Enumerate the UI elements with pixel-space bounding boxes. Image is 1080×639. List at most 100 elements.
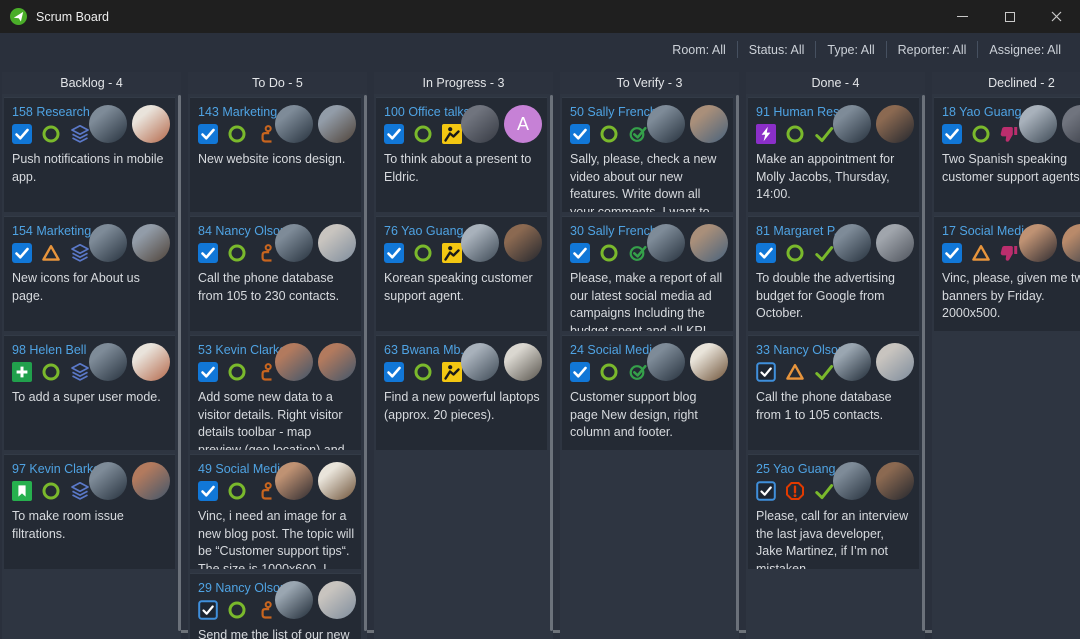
- column-cards: 100 Office talksATo think about a presen…: [374, 94, 553, 639]
- card[interactable]: 97 Kevin ClarkeTo make room issue filtra…: [4, 454, 175, 569]
- triangle-orange-icon: [785, 362, 805, 382]
- check-green-icon: [814, 243, 834, 263]
- card[interactable]: 91 Human Res...Make an appointment for M…: [748, 97, 919, 212]
- card[interactable]: 81 Margaret P...To double the advertisin…: [748, 216, 919, 331]
- card[interactable]: 29 Nancy OlsonSend me the list of our ne…: [190, 573, 361, 639]
- card-title-link[interactable]: 50 Sally French: [570, 104, 658, 120]
- card-title-link[interactable]: 53 Kevin Clarke: [198, 342, 286, 358]
- person-orange-icon: [256, 362, 276, 382]
- circle-green-icon: [413, 362, 433, 382]
- avatar: [318, 224, 356, 262]
- card[interactable]: 30 Sally FrenchPlease, make a report of …: [562, 216, 733, 331]
- avatar: [1019, 105, 1057, 143]
- card[interactable]: 63 Bwana Mb...Find a new powerful laptop…: [376, 335, 547, 450]
- filter-status[interactable]: Status: All: [738, 43, 816, 57]
- card-avatars: [1019, 105, 1080, 143]
- avatar: [461, 224, 499, 262]
- card-title-link[interactable]: 158 Research ...: [12, 104, 100, 120]
- card[interactable]: 50 Sally FrenchSally, please, check a ne…: [562, 97, 733, 212]
- avatar: [876, 343, 914, 381]
- exclamation-red-icon: [785, 481, 805, 501]
- circle-green-icon: [227, 481, 247, 501]
- card-title-link[interactable]: 98 Helen Bell: [12, 342, 100, 358]
- layers-icon: [70, 481, 90, 501]
- close-button[interactable]: [1033, 0, 1080, 33]
- card[interactable]: 100 Office talksATo think about a presen…: [376, 97, 547, 212]
- card-title-link[interactable]: 84 Nancy Olson: [198, 223, 286, 239]
- column-scrollbar[interactable]: [736, 95, 739, 631]
- column-scrollbar[interactable]: [922, 95, 925, 631]
- column-header: To Do - 5: [188, 72, 367, 94]
- card-title-link[interactable]: 49 Social Media: [198, 461, 286, 477]
- column-scrollbar[interactable]: [178, 95, 181, 631]
- avatar: [132, 343, 170, 381]
- avatar: [275, 343, 313, 381]
- card-title-link[interactable]: 18 Yao Guang: [942, 104, 1030, 120]
- thumbsdown-pink-icon: [1000, 124, 1020, 144]
- filter-assignee[interactable]: Assignee: All: [978, 43, 1072, 57]
- card[interactable]: 143 Marketing ...New website icons desig…: [190, 97, 361, 212]
- card-title-link[interactable]: 97 Kevin Clarke: [12, 461, 100, 477]
- card[interactable]: 33 Nancy OlsonCall the phone database fr…: [748, 335, 919, 450]
- card-description: Two Spanish speaking customer support ag…: [942, 151, 1080, 186]
- column-cards: 143 Marketing ...New website icons desig…: [188, 94, 367, 639]
- card[interactable]: 76 Yao Guang Korean speaking customer sup…: [376, 216, 547, 331]
- card-title-link[interactable]: 63 Bwana Mb...: [384, 342, 472, 358]
- card-title-link[interactable]: 76 Yao Guang: [384, 223, 472, 239]
- card-avatars: [1019, 224, 1080, 262]
- card-title-link[interactable]: 143 Marketing ...: [198, 104, 286, 120]
- checkbox-filled-icon: [570, 362, 590, 382]
- card-description: Vinc, i need an image for a new blog pos…: [198, 508, 355, 569]
- card-title-link[interactable]: 25 Yao Guang: [756, 461, 844, 477]
- circle-green-icon: [785, 124, 805, 144]
- card[interactable]: 25 Yao GuangPlease, call for an intervie…: [748, 454, 919, 569]
- titlebar: Scrum Board: [0, 0, 1080, 33]
- card[interactable]: 53 Kevin ClarkeAdd some new data to a vi…: [190, 335, 361, 450]
- card-title-link[interactable]: 81 Margaret P...: [756, 223, 844, 239]
- card-avatars: [275, 462, 356, 500]
- avatar: [833, 105, 871, 143]
- card[interactable]: 18 Yao Guang Two Spanish speaking custome…: [934, 97, 1080, 212]
- card-title-link[interactable]: 33 Nancy Olson: [756, 342, 844, 358]
- triangle-orange-icon: [971, 243, 991, 263]
- card-title-link[interactable]: 30 Sally French: [570, 223, 658, 239]
- card[interactable]: 154 Marketing ...New icons for About us …: [4, 216, 175, 331]
- card-title-link[interactable]: 24 Social Media: [570, 342, 658, 358]
- card-title-link[interactable]: 17 Social Media: [942, 223, 1030, 239]
- card[interactable]: 158 Research ... Push notifications in mo…: [4, 97, 175, 212]
- circle-green-icon: [413, 124, 433, 144]
- card-title-link[interactable]: 100 Office talks: [384, 104, 472, 120]
- person-orange-icon: [256, 481, 276, 501]
- card-description: Push notifications in mobile app.: [12, 151, 169, 186]
- column-in-progress: In Progress - 3100 Office talksATo think…: [374, 72, 553, 639]
- card[interactable]: 98 Helen BellTo add a super user mode.: [4, 335, 175, 450]
- column-scrollbar[interactable]: [364, 95, 367, 631]
- layers-icon: [70, 124, 90, 144]
- column-header: Declined - 2: [932, 72, 1080, 94]
- filter-type[interactable]: Type: All: [816, 43, 885, 57]
- card-title-link[interactable]: 91 Human Res...: [756, 104, 844, 120]
- column-scrollbar[interactable]: [550, 95, 553, 631]
- column-todo: To Do - 5 143 Marketing ...New website ic…: [188, 72, 367, 639]
- card-title-link[interactable]: 154 Marketing ...: [12, 223, 100, 239]
- filter-room[interactable]: Room: All: [661, 43, 737, 57]
- card[interactable]: 17 Social Media Vinc, please, given me tw…: [934, 216, 1080, 331]
- checkbox-filled-icon: [384, 362, 404, 382]
- circle-green-icon: [413, 243, 433, 263]
- circle-green-icon: [599, 124, 619, 144]
- maximize-button[interactable]: [986, 0, 1033, 33]
- checkbox-filled-icon: [756, 243, 776, 263]
- avatar: [690, 224, 728, 262]
- card[interactable]: 84 Nancy OlsonCall the phone database fr…: [190, 216, 361, 331]
- close-icon: [1051, 11, 1062, 22]
- check-green-icon: [814, 481, 834, 501]
- plus-green-icon: [12, 362, 32, 382]
- card[interactable]: 24 Social MediaCustomer support blog pag…: [562, 335, 733, 450]
- filter-reporter[interactable]: Reporter: All: [887, 43, 978, 57]
- card-description: Korean speaking customer support agent.: [384, 270, 541, 305]
- card[interactable]: 49 Social Media Vinc, i need an image for…: [190, 454, 361, 569]
- card-description: Vinc, please, given me two banners by Fr…: [942, 270, 1080, 323]
- minimize-button[interactable]: [939, 0, 986, 33]
- avatar: [1062, 105, 1080, 143]
- card-title-link[interactable]: 29 Nancy Olson: [198, 580, 286, 596]
